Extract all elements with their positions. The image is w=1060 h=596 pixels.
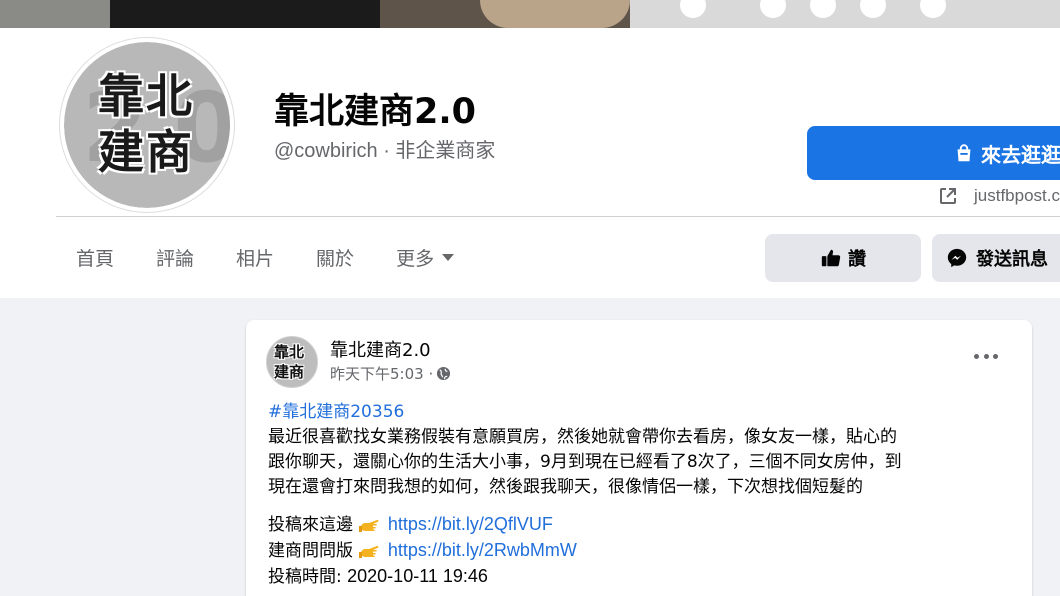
page-handle: @cowbirich · 非企業商家 (274, 140, 496, 162)
tab-label: 關於 (316, 248, 355, 270)
cover-segment (480, 0, 630, 28)
tab-label: 相片 (236, 248, 275, 270)
post-avatar-text: 靠北 建商 (274, 342, 304, 382)
post-avatar-line: 建商 (274, 363, 305, 381)
shop-link-text: justfbpost.c (974, 186, 1060, 205)
post-text-line: 最近很喜歡找女業務假裝有意願買房，然後她就會帶你去看房，像女友一樣，貼心的 (268, 427, 897, 447)
cover-decoration (860, 0, 886, 18)
submit-url-link[interactable]: https://bit.ly/2QflVUF (388, 514, 553, 534)
page-avatar[interactable]: 2.0 靠北 建商 (60, 38, 234, 212)
cover-decoration (810, 0, 836, 18)
shop-button[interactable]: 來去逛逛 (807, 126, 1060, 180)
submit-time-label: 投稿時間: (268, 567, 342, 587)
post-text-line: 現在還會打來問我想的如何，然後跟我聊天，很像情侶一樣，下次想找個短髮的 (268, 477, 863, 497)
shop-button-label: 來去逛逛 (981, 142, 1060, 167)
avatar-logo-line: 靠北 (98, 69, 194, 123)
pointing-hand-icon (359, 545, 379, 558)
cover-decoration (920, 0, 946, 18)
ask-label: 建商問問版 (268, 541, 353, 561)
tab-about[interactable]: 關於 (316, 244, 354, 271)
tab-label: 首頁 (76, 248, 115, 270)
post-author-name[interactable]: 靠北建商2.0 (330, 336, 431, 362)
like-button[interactable]: 讚 (765, 234, 921, 282)
submit-label: 投稿來這邊 (268, 515, 353, 535)
cover-segment (630, 0, 1060, 28)
more-dots-icon (983, 353, 989, 359)
page-title: 靠北建商2.0 (274, 92, 477, 132)
pointing-hand-icon (359, 519, 379, 532)
more-dots-icon (974, 353, 979, 359)
shop-external-link[interactable]: justfbpost.c (938, 186, 1060, 206)
post-body: #靠北建商20356 最近很喜歡找女業務假裝有意願買房，然後她就會帶你去看房，像… (268, 400, 1018, 590)
page-header: 2.0 靠北 建商 靠北建商2.0 @cowbirich · 非企業商家 來去逛… (0, 28, 1060, 298)
cover-photo[interactable] (0, 0, 1060, 28)
globe-icon (437, 366, 451, 381)
avatar-logo-text: 靠北 建商 (98, 68, 194, 180)
send-message-button[interactable]: 發送訊息 (932, 234, 1060, 282)
tab-more[interactable]: 更多 (396, 244, 455, 271)
more-dots-icon (993, 353, 998, 359)
send-message-label: 發送訊息 (976, 249, 1048, 270)
post-text-line: 跟你聊天，還關心你的生活大小事，9月到現在已經看了8次了，三個不同女房仲，到 (268, 452, 902, 472)
more-options-button[interactable] (970, 344, 1002, 368)
external-link-icon (940, 188, 956, 204)
messenger-icon (947, 248, 967, 268)
avatar-logo-line: 建商 (98, 125, 194, 179)
tab-label: 評論 (156, 248, 195, 270)
tab-label: 更多 (396, 248, 435, 270)
thumbs-up-icon (821, 249, 841, 267)
post-ask-line: 建商問問版 https://bit.ly/2RwbMmW (268, 538, 1018, 564)
post-card: 靠北 建商 靠北建商2.0 昨天下午5:03 · #靠北建商20356 最近很喜… (246, 320, 1032, 596)
cover-segment (110, 0, 380, 28)
post-hashtag[interactable]: #靠北建商20356 (268, 400, 1018, 425)
like-button-label: 讚 (848, 249, 866, 270)
shopping-bag-icon (957, 144, 971, 162)
cover-decoration (760, 0, 786, 18)
submit-time-value: 2020-10-11 19:46 (347, 566, 488, 586)
tab-reviews[interactable]: 評論 (156, 244, 194, 271)
post-author-avatar[interactable]: 靠北 建商 (266, 336, 318, 388)
avatar-logo: 2.0 靠北 建商 (64, 42, 230, 208)
tab-home[interactable]: 首頁 (76, 244, 114, 271)
post-avatar-line: 靠北 (274, 343, 305, 361)
cover-decoration (680, 0, 706, 18)
post-submit-time-line: 投稿時間: 2020-10-11 19:46 (268, 564, 1018, 590)
caret-down-icon (442, 254, 455, 261)
post-timestamp: 昨天下午5:03 · (330, 363, 451, 384)
tab-photos[interactable]: 相片 (236, 244, 274, 271)
page-tabs: 首頁 評論 相片 關於 更多 (76, 244, 496, 271)
cover-segment (0, 0, 110, 28)
header-divider (56, 216, 1060, 217)
post-submit-line: 投稿來這邊 https://bit.ly/2QflVUF (268, 512, 1018, 538)
post-time-text[interactable]: 昨天下午5:03 · (330, 363, 433, 384)
ask-url-link[interactable]: https://bit.ly/2RwbMmW (388, 540, 577, 560)
